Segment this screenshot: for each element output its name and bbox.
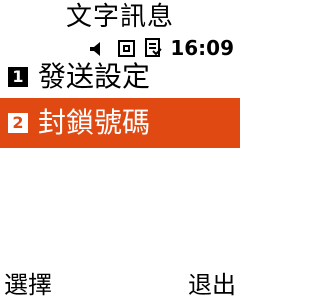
speaker-icon <box>90 41 102 56</box>
number-badge: 2 <box>8 113 28 133</box>
document-icon <box>145 38 162 58</box>
number-badge: 1 <box>8 67 28 87</box>
select-softkey[interactable]: 選擇 <box>4 270 52 300</box>
menu-list: 1 發送設定 2 封鎖號碼 <box>0 60 240 148</box>
exit-softkey[interactable]: 退出 <box>188 270 236 300</box>
menu-item-label: 封鎖號碼 <box>38 106 151 139</box>
clock: 16:09 <box>170 36 234 60</box>
menu-item-label: 發送設定 <box>38 60 151 93</box>
screen-title: 文字訊息 <box>65 2 174 32</box>
message-counter-icon <box>118 40 135 57</box>
status-bar: 16:09 <box>0 34 240 60</box>
softkey-bar: 選擇 退出 <box>0 270 240 300</box>
menu-item-send-settings[interactable]: 1 發送設定 <box>0 60 240 94</box>
menu-item-block-numbers[interactable]: 2 封鎖號碼 <box>0 98 240 148</box>
